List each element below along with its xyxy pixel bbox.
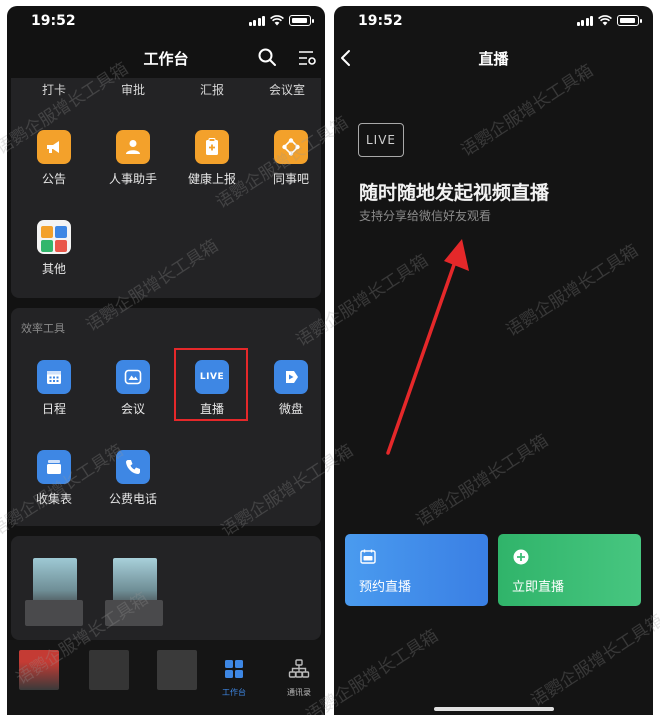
settings-icon[interactable]: [297, 48, 317, 68]
nav-bar: 直播: [334, 36, 653, 78]
app-other[interactable]: 其他: [15, 220, 93, 277]
search-icon[interactable]: [257, 47, 277, 67]
wifi-icon: [598, 15, 612, 26]
schedule-live-button[interactable]: 预约直播: [345, 534, 488, 606]
phone-icon: [116, 450, 150, 484]
blurred-tab-icon: [19, 650, 59, 690]
live-badge-text: LIVE: [365, 133, 396, 147]
app-label: 同事吧: [272, 172, 309, 186]
highlight-box: [174, 348, 248, 421]
app-label: 收集表: [35, 492, 72, 506]
app-label: 微盘: [278, 402, 303, 416]
tab-label: 通讯录: [287, 688, 311, 697]
red-arrow-annotation: [386, 239, 469, 455]
live-badge-icon: LIVE: [358, 123, 404, 157]
person-icon: [116, 130, 150, 164]
app-label: 其他: [41, 262, 66, 276]
meeting-icon: [116, 360, 150, 394]
section-title: 效率工具: [21, 322, 65, 335]
app-health-report[interactable]: 健康上报: [173, 130, 251, 187]
live-subheading: 支持分享给微信好友观看: [359, 209, 492, 223]
app-meeting[interactable]: 会议: [94, 360, 172, 417]
app-hr-assistant[interactable]: 人事助手: [94, 130, 172, 187]
status-icons: [248, 15, 314, 26]
signal-icon: [576, 15, 593, 26]
app-collection-form[interactable]: 收集表: [15, 450, 93, 507]
form-icon: [37, 450, 71, 484]
blurred-name: [105, 600, 163, 626]
start-live-button[interactable]: 立即直播: [498, 534, 641, 606]
app-grid-card: 打卡 审批 汇报 会议室 公告 人事助手 健康上报 同事吧 其他: [11, 78, 321, 298]
signal-icon: [248, 15, 265, 26]
app-public-phone[interactable]: 公费电话: [94, 450, 172, 507]
left-phone-screen: 19:52 工作台 打卡 审批 汇报 会议室 公告 人事助手 健康上报 同事吧 …: [7, 6, 325, 715]
nav-bar: 工作台: [7, 36, 325, 78]
battery-icon: [289, 15, 314, 26]
tab-contacts[interactable]: 通讯录: [274, 658, 324, 698]
report-label[interactable]: 汇报: [173, 81, 251, 98]
contacts-icon: [288, 659, 310, 678]
app-label: 公告: [41, 172, 66, 186]
app-schedule[interactable]: 日程: [15, 360, 93, 417]
grid-apps-icon: [37, 220, 71, 254]
blurred-contacts-card: [11, 536, 321, 640]
blurred-tab-icon: [89, 650, 129, 690]
blurred-name: [25, 600, 83, 626]
drive-icon: [274, 360, 308, 394]
status-bar: 19:52: [334, 6, 653, 36]
app-label: 人事助手: [108, 172, 157, 186]
live-heading: 随时随地发起视频直播: [359, 182, 550, 204]
action-label: 立即直播: [512, 580, 565, 595]
page-title: 直播: [478, 50, 509, 68]
status-icons: [576, 15, 642, 26]
app-label: 会议: [120, 402, 145, 416]
share-icon: [274, 130, 308, 164]
battery-icon: [617, 15, 642, 26]
right-phone-screen: 19:52 直播 LIVE 随时随地发起视频直播 支持分享给微信好友观看 预约直…: [334, 6, 653, 715]
tab-label: 工作台: [222, 688, 246, 697]
approval-label[interactable]: 审批: [94, 81, 172, 98]
page-title: 工作台: [143, 50, 189, 68]
app-drive[interactable]: 微盘: [252, 360, 325, 417]
app-label: 健康上报: [187, 172, 236, 186]
app-grid-top-labels: 打卡 审批 汇报 会议室: [11, 81, 321, 99]
plus-circle-icon: [513, 549, 529, 565]
app-colleague-circle[interactable]: 同事吧: [252, 130, 325, 187]
app-label: 日程: [41, 402, 66, 416]
wifi-icon: [270, 15, 284, 26]
app-label: 公费电话: [108, 492, 157, 506]
calendar-icon: [37, 360, 71, 394]
tab-bar: 工作台 通讯录: [7, 640, 325, 715]
app-announcement[interactable]: 公告: [15, 130, 93, 187]
workbench-icon: [225, 660, 243, 678]
home-indicator: [433, 707, 554, 711]
efficiency-tools-card: 效率工具 日程 会议 LIVE 直播 微盘 收集表 公费电话: [11, 308, 321, 526]
clipboard-icon: [195, 130, 229, 164]
tab-workbench[interactable]: 工作台: [209, 658, 259, 698]
schedule-live-icon: [360, 549, 376, 564]
status-time: 19:52: [31, 13, 76, 29]
megaphone-icon: [37, 130, 71, 164]
blurred-tab-icon: [157, 650, 197, 690]
meeting-room-label[interactable]: 会议室: [248, 81, 325, 98]
action-label: 预约直播: [359, 580, 412, 595]
clock-in-label[interactable]: 打卡: [15, 81, 93, 98]
status-time: 19:52: [358, 13, 403, 29]
status-bar: 19:52: [7, 6, 325, 36]
